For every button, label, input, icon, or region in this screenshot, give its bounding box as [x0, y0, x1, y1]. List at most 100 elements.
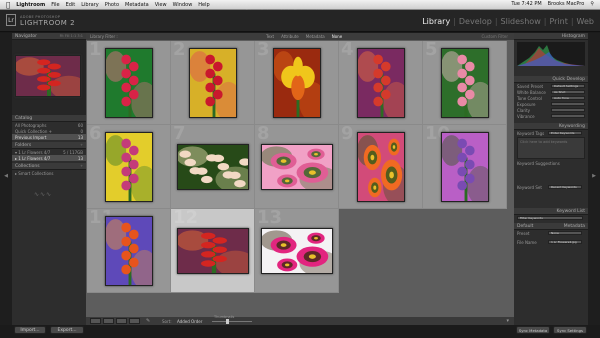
grid-cell[interactable]: 1	[87, 39, 171, 125]
module-print[interactable]: Print	[549, 17, 567, 26]
photo-thumbnail[interactable]	[177, 144, 249, 190]
thumbnail-slider-handle[interactable]	[226, 319, 229, 324]
folder-item[interactable]: ▾ 1 Lr Flowers 4/7 5 / 117GB	[12, 149, 86, 155]
menu-edit[interactable]: Edit	[66, 2, 76, 8]
keyword-entry-box[interactable]: Click here to add keywords	[517, 137, 585, 159]
lightroom-logo: Lr ADOBE PHOTOSHOP LIGHTROOM 2	[6, 14, 75, 27]
photo-thumbnail[interactable]	[357, 48, 405, 118]
quick-develop-control[interactable]	[551, 102, 585, 106]
file-name-field[interactable]: 1 Lr Flowers4.jpg	[548, 240, 582, 244]
photo-thumbnail[interactable]	[261, 144, 333, 190]
collection-item[interactable]: ▸ Smart Collections	[12, 170, 86, 176]
collapse-right-icon[interactable]: ▶	[588, 173, 600, 179]
loupe-view-icon[interactable]	[103, 318, 114, 324]
menu-app[interactable]: Lightroom	[16, 2, 45, 8]
keywording-header[interactable]: Keywording	[514, 123, 588, 130]
grid-cell[interactable]: 6	[87, 123, 171, 209]
sort-dropdown[interactable]: Added Order	[177, 319, 202, 324]
toolbar-menu-icon[interactable]: ▾	[506, 318, 509, 324]
photo-thumbnail[interactable]	[273, 48, 321, 118]
photo-thumbnail[interactable]	[357, 132, 405, 202]
painter-icon[interactable]: ✎	[146, 318, 150, 324]
navigator-preview[interactable]	[12, 40, 86, 115]
sync-metadata-button[interactable]: Sync Metadata	[516, 326, 550, 334]
survey-view-icon[interactable]	[129, 318, 140, 324]
folders-header[interactable]: Folders +	[12, 142, 86, 149]
filter-metadata-tab[interactable]: Metadata	[306, 34, 325, 39]
quick-develop-control[interactable]	[551, 114, 585, 118]
photo-thumbnail[interactable]	[189, 48, 237, 118]
quick-develop-control[interactable]: Default Settings	[551, 84, 585, 88]
preset-dropdown[interactable]: None	[548, 231, 582, 235]
cell-index-number: 5	[425, 39, 438, 60]
catalog-item[interactable]: Previous Import 13	[12, 134, 86, 140]
apple-icon[interactable]: 	[6, 1, 10, 9]
grid-cell[interactable]: 3	[255, 39, 339, 125]
menu-metadata[interactable]: Metadata	[125, 2, 149, 8]
keyword-set-dropdown[interactable]: Recent Keywords	[548, 185, 582, 189]
sync-settings-button[interactable]: Sync Settings	[553, 326, 587, 334]
grid-cell[interactable]: 12	[171, 207, 255, 293]
module-slideshow[interactable]: Slideshow	[501, 17, 541, 26]
module-develop[interactable]: Develop	[459, 17, 492, 26]
photo-thumbnail[interactable]	[105, 216, 153, 286]
menu-window[interactable]: Window	[173, 2, 193, 8]
catalog-list: All Photographs 60 Quick Collection +0 Prev…	[12, 122, 86, 140]
grid-cell[interactable]: 10	[423, 123, 507, 209]
file-name-label: File Name	[517, 239, 537, 245]
photo-thumbnail[interactable]	[177, 228, 249, 274]
menu-help[interactable]: Help	[198, 2, 209, 8]
grid-cell[interactable]: 2	[171, 39, 255, 125]
grid-cell[interactable]: 5	[423, 39, 507, 125]
grid-cell[interactable]: 7	[171, 123, 255, 209]
grid-view-icon[interactable]	[90, 318, 101, 324]
add-collection-icon[interactable]: +	[80, 164, 83, 168]
add-folder-icon[interactable]: +	[80, 143, 83, 147]
histogram-header[interactable]: Histogram	[514, 33, 588, 40]
collapse-left-icon[interactable]: ◀	[0, 173, 12, 179]
folder-item[interactable]: ▸ 1 Lr Flowers 4/7 13	[12, 155, 86, 161]
custom-filter-dropdown[interactable]: Custom Filter	[481, 34, 508, 39]
right-panel-edge[interactable]: ▶	[588, 33, 600, 325]
menubar-clock[interactable]: Tue 7:42 PM	[511, 1, 541, 7]
spotlight-icon[interactable]: ⚲	[590, 1, 594, 7]
catalog-header[interactable]: Catalog	[12, 115, 86, 122]
photo-thumbnail[interactable]	[441, 48, 489, 118]
photo-thumbnail[interactable]	[441, 132, 489, 202]
quick-develop-control[interactable]: Auto Tone	[551, 96, 585, 100]
left-panel-edge[interactable]: ◀	[0, 33, 12, 325]
menubar-user[interactable]: Brooks MacPro	[548, 1, 585, 7]
photo-thumbnail[interactable]	[105, 132, 153, 202]
menu-view[interactable]: View	[155, 2, 167, 8]
quick-develop-header[interactable]: Quick Develop	[514, 76, 588, 83]
photo-thumbnail[interactable]	[105, 48, 153, 118]
keyword-tags-dropdown[interactable]: Enter Keywords	[548, 131, 582, 135]
thumbnail-size-slider[interactable]	[212, 319, 252, 324]
grid-cell[interactable]: 8	[255, 123, 339, 209]
collections-header[interactable]: Collections +	[12, 163, 86, 170]
filter-keywords-input[interactable]: Filter Keywords	[517, 216, 583, 220]
compare-view-icon[interactable]	[116, 318, 127, 324]
filter-attribute-tab[interactable]: Attribute	[281, 34, 299, 39]
menu-library[interactable]: Library	[81, 2, 98, 8]
quick-develop-label: Saved Preset	[517, 83, 544, 89]
import-button[interactable]: Import...	[14, 326, 46, 334]
grid-cell[interactable]: 11	[87, 207, 171, 293]
export-button[interactable]: Export...	[50, 326, 84, 334]
module-library[interactable]: Library	[422, 17, 450, 26]
grid-cell[interactable]: 9	[339, 123, 423, 209]
quick-develop-control[interactable]	[551, 108, 585, 112]
grid-cell[interactable]: 13	[255, 207, 339, 293]
quick-develop-control[interactable]: As Shot	[551, 90, 585, 94]
module-web[interactable]: Web	[577, 17, 594, 26]
menu-file[interactable]: File	[51, 2, 59, 8]
menu-photo[interactable]: Photo	[105, 2, 119, 8]
keyword-list-header[interactable]: Keyword List	[514, 208, 588, 215]
identity-plate: Lr ADOBE PHOTOSHOP LIGHTROOM 2 Library |…	[0, 10, 600, 32]
photo-thumbnail[interactable]	[261, 228, 333, 274]
navigator-header[interactable]: Navigator Fit Fill 1:1 3:1	[12, 33, 86, 40]
metadata-header[interactable]: Default Metadata	[514, 223, 588, 230]
navigator-zoom-options[interactable]: Fit Fill 1:1 3:1	[60, 34, 83, 38]
metadata-default-dropdown[interactable]: Default	[517, 224, 533, 229]
grid-cell[interactable]: 4	[339, 39, 423, 125]
